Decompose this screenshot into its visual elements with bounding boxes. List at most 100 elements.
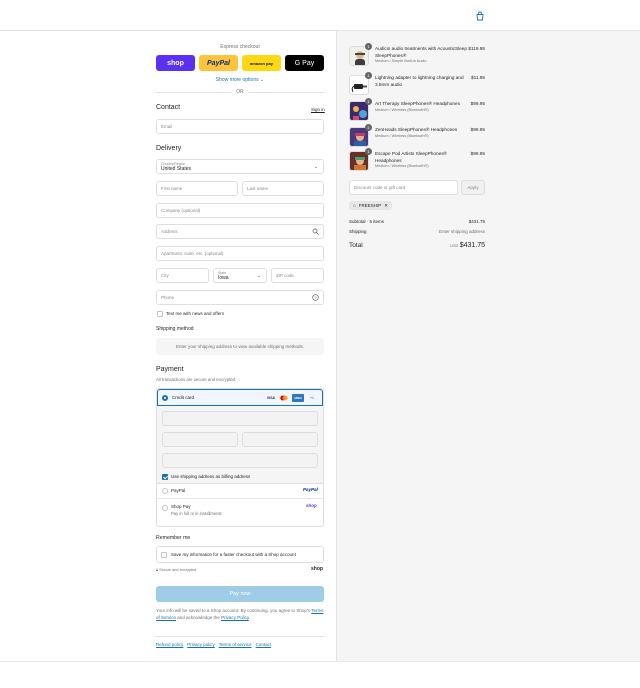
chevron-down-icon: ⌄ xyxy=(256,273,261,279)
contact-link[interactable]: Contact xyxy=(256,642,272,647)
email-placeholder: Email xyxy=(161,124,173,129)
paypal-option[interactable]: PayPal PayPal xyxy=(157,484,323,499)
company-field[interactable]: Company (optional) xyxy=(156,203,324,218)
remove-code-icon[interactable]: ✕ xyxy=(384,203,388,209)
credit-card-radio[interactable] xyxy=(162,395,168,401)
divider xyxy=(0,661,640,662)
company-placeholder: Company (optional) xyxy=(161,208,201,213)
legal-text-end: . xyxy=(248,615,251,620)
city-field[interactable]: City xyxy=(156,268,209,283)
credit-card-form: Use shipping address as billing address xyxy=(157,406,323,484)
terms-of-service-footer-link[interactable]: Terms of service xyxy=(219,642,252,647)
line-item: 1 Escape Pod Artists SleepPhones® Headph… xyxy=(349,148,485,173)
search-icon xyxy=(312,228,319,235)
currency-code: USD xyxy=(450,244,459,248)
country-value: United States xyxy=(161,165,192,172)
lock-icon: 🔒︎ xyxy=(156,568,159,572)
item-price: $99.95 xyxy=(470,101,485,106)
footer-links: Refund policy Privacy policy Terms of se… xyxy=(156,642,324,647)
name-on-card-field[interactable] xyxy=(162,453,318,468)
tag-icon: ⌂ xyxy=(353,203,356,208)
order-summary-panel xyxy=(336,31,640,661)
express-checkout-title: Express checkout xyxy=(220,44,260,50)
item-variant: Medium / Wireless (Bluetooth®) xyxy=(375,164,429,168)
delivery-title: Delivery xyxy=(156,145,182,152)
google-pay-button[interactable]: G Pay xyxy=(285,55,324,71)
shop-pay-radio[interactable] xyxy=(162,505,168,511)
security-code-field[interactable] xyxy=(242,432,318,447)
footer-divider xyxy=(156,636,324,637)
mastercard-icon xyxy=(279,395,289,401)
item-name: Lightning adapter to lightning charging … xyxy=(375,75,464,87)
privacy-policy-link[interactable]: Privacy Policy xyxy=(221,615,249,620)
shop-logo: shop xyxy=(311,566,323,572)
apartment-field[interactable]: Apartment, suite, etc. (optional) xyxy=(156,246,324,261)
address-field[interactable]: Address xyxy=(156,224,324,239)
quantity-badge: 1 xyxy=(365,43,372,50)
subtotal-label: Subtotal · 5 items xyxy=(349,219,385,224)
item-price: $119.95 xyxy=(468,46,485,51)
shop-pay-button[interactable]: shop xyxy=(156,55,195,71)
state-value: Iowa xyxy=(218,274,229,281)
header xyxy=(0,0,640,31)
refund-policy-link[interactable]: Refund policy xyxy=(156,642,183,647)
shop-pay-label: Shop Pay xyxy=(171,504,191,509)
item-title: Lightning adapter to lightning charging … xyxy=(375,75,467,88)
quantity-badge: 1 xyxy=(365,98,372,105)
paypal-button[interactable]: PayPal xyxy=(199,55,238,71)
subtotal-row: Subtotal · 5 items $431.75 xyxy=(349,219,485,224)
card-number-field[interactable] xyxy=(162,411,318,426)
expiration-field[interactable] xyxy=(162,432,238,447)
total-row: Total USD $431.75 xyxy=(349,242,485,249)
secure-label: Secure and encrypted xyxy=(159,568,197,572)
show-more-options-link[interactable]: Show more options ⌄ xyxy=(156,77,324,83)
payment-methods: Credit card VISA AMEX +1 Use shipping ad… xyxy=(156,388,324,527)
billing-same-checkbox[interactable] xyxy=(162,474,168,480)
phone-field[interactable]: Phone ? xyxy=(156,290,324,305)
city-placeholder: City xyxy=(161,273,169,278)
discount-placeholder: Discount code or gift card xyxy=(354,185,406,190)
quantity-badge: 1 xyxy=(365,148,372,155)
amazon-pay-button[interactable]: amazon pay xyxy=(242,55,281,71)
state-select[interactable]: State Iowa ⌄ xyxy=(213,268,267,283)
or-label: OR xyxy=(236,89,244,95)
pay-now-button[interactable]: Pay now xyxy=(156,586,324,602)
text-offers-label: Text me with news and offers xyxy=(166,311,224,316)
item-variant: Medium / Wireless (Bluetooth®) xyxy=(375,107,429,112)
text-offers-checkbox[interactable] xyxy=(157,311,163,317)
discount-code-label: FREESHIP xyxy=(358,203,382,208)
secure-note: 🔒︎ Secure and encrypted xyxy=(156,568,196,572)
total-label: Total xyxy=(349,242,363,249)
credit-card-option[interactable]: Credit card VISA AMEX +1 xyxy=(157,389,323,406)
shipping-method-notice: Enter your shipping address to view avai… xyxy=(156,338,324,355)
shipping-value: Enter shipping address xyxy=(438,229,485,234)
cart-icon[interactable] xyxy=(475,11,485,21)
last-name-field[interactable]: Last name xyxy=(242,181,324,196)
line-item: 1 ZenHeads SleepPhones® Headphones Mediu… xyxy=(349,124,485,149)
help-icon[interactable]: ? xyxy=(312,294,319,301)
legal-text: Your info will be saved to a Shop accoun… xyxy=(156,607,324,621)
total-value: $431.75 xyxy=(459,242,485,249)
paypal-radio[interactable] xyxy=(162,488,168,494)
payment-title: Payment xyxy=(156,366,184,373)
quantity-badge: 1 xyxy=(365,72,372,79)
sign-in-link[interactable]: Sign in xyxy=(311,107,325,112)
svg-text:?: ? xyxy=(314,295,317,300)
apply-discount-button[interactable]: Apply xyxy=(461,180,485,195)
contact-title: Contact xyxy=(156,104,181,111)
paypal-label: PayPal xyxy=(171,488,186,493)
save-info-checkbox[interactable] xyxy=(161,552,167,558)
subtotal-value: $431.75 xyxy=(468,219,485,224)
shop-pay-option[interactable]: Shop Pay Pay in full or in installments … xyxy=(157,499,323,526)
more-cards-badge: +1 xyxy=(310,396,314,400)
last-name-placeholder: Last name xyxy=(247,186,269,191)
credit-card-label: Credit card xyxy=(172,395,195,400)
zip-field[interactable]: ZIP code xyxy=(271,268,324,283)
country-select[interactable]: Country/Region United States ⌄ xyxy=(156,159,324,174)
privacy-policy-footer-link[interactable]: Privacy policy xyxy=(187,642,215,647)
discount-code-input[interactable]: Discount code or gift card xyxy=(349,180,458,195)
first-name-field[interactable]: First name xyxy=(156,181,238,196)
save-info-label: Save my information for a faster checkou… xyxy=(171,552,296,557)
email-field[interactable]: Email xyxy=(156,119,324,134)
item-price: $11.95 xyxy=(471,75,485,80)
